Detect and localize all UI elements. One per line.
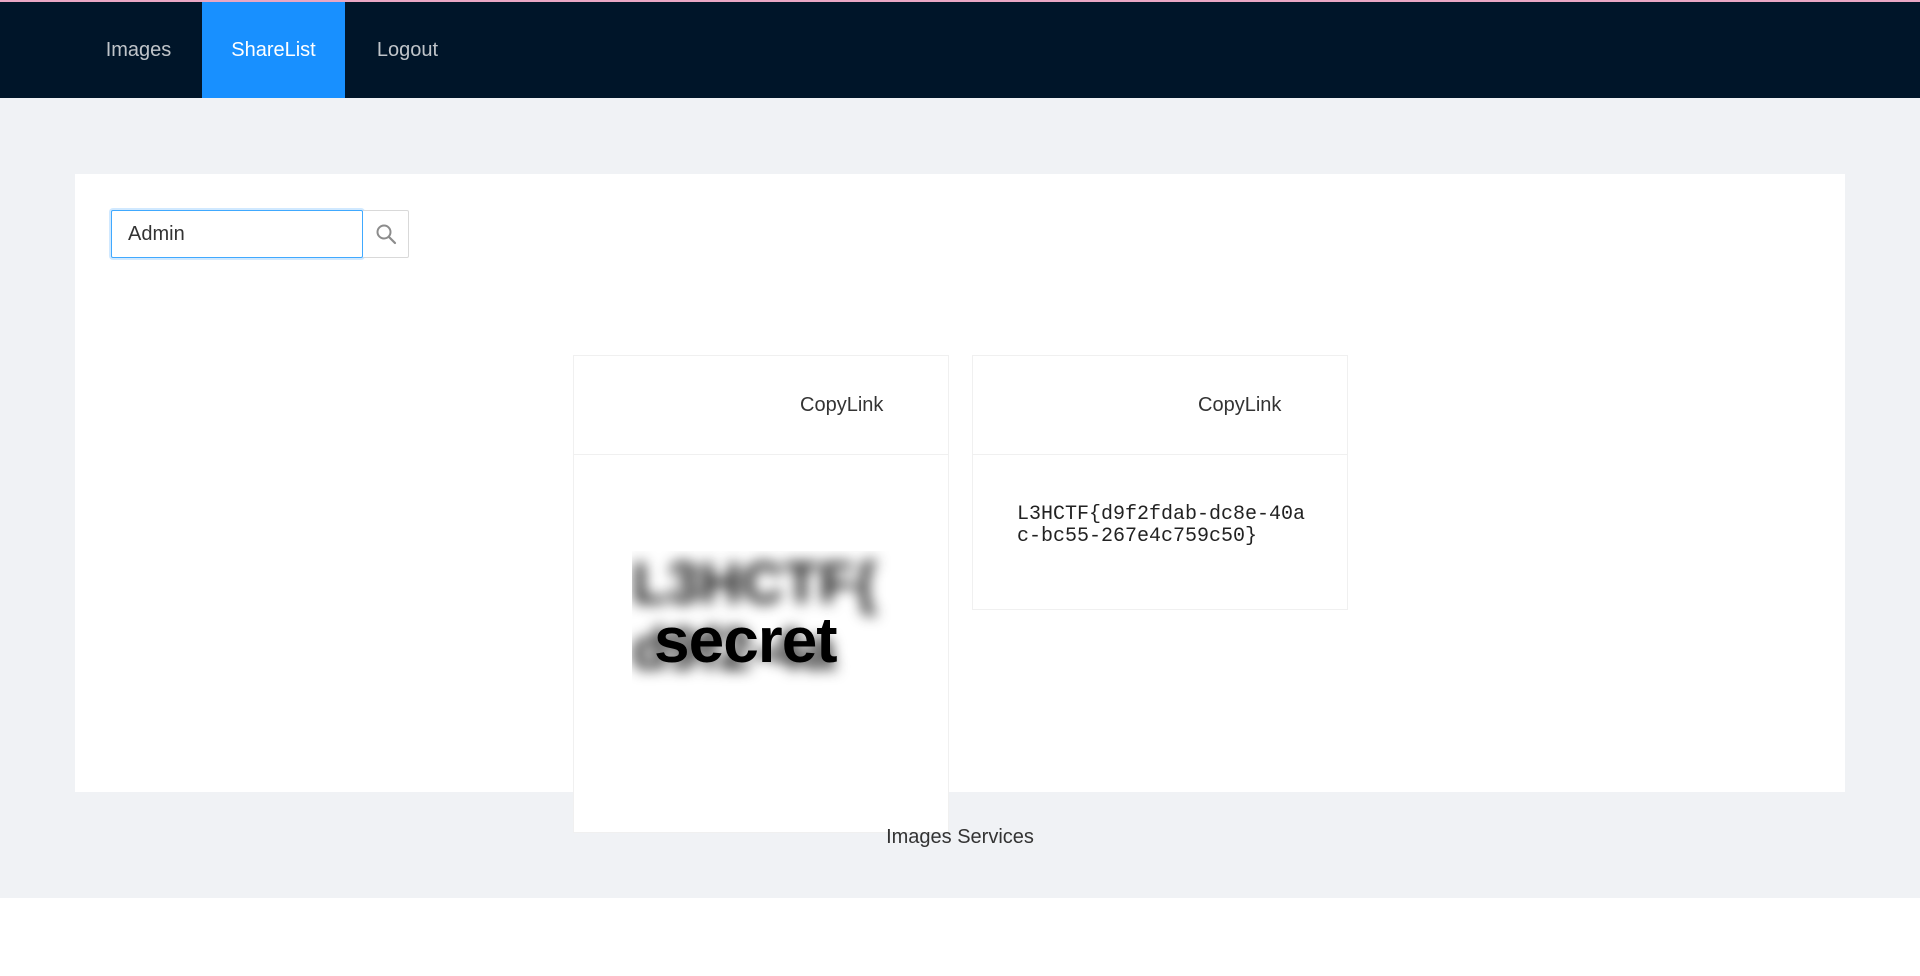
footer-text: Images Services	[886, 826, 1034, 848]
card-header: CopyLink	[973, 356, 1347, 455]
top-nav-bar: Images ShareList Logout	[0, 2, 1920, 98]
page-layout: CopyLink L3HCTF{ d9f2-4a secret CopyLink…	[0, 98, 1920, 898]
copy-link-button[interactable]: CopyLink	[800, 356, 883, 454]
share-card-text: CopyLink L3HCTF{d9f2fdab-dc8e-40ac-bc55-…	[972, 355, 1348, 610]
nav-item-sharelist[interactable]: ShareList	[202, 2, 345, 98]
copy-link-button[interactable]: CopyLink	[1198, 356, 1281, 454]
nav-item-images[interactable]: Images	[77, 2, 200, 98]
search-input[interactable]	[111, 210, 363, 258]
search-icon	[376, 224, 396, 245]
share-list-panel: CopyLink L3HCTF{ d9f2-4a secret CopyLink…	[75, 174, 1845, 833]
secret-image: L3HCTF{ d9f2-4a secret	[632, 551, 908, 751]
secret-image-label: secret	[654, 604, 838, 676]
search-button[interactable]	[363, 210, 409, 258]
nav-item-logout[interactable]: Logout	[345, 2, 470, 98]
share-card-image: CopyLink L3HCTF{ d9f2-4a secret	[573, 355, 949, 833]
shared-text-content: L3HCTF{d9f2fdab-dc8e-40ac-bc55-267e4c759…	[1017, 503, 1306, 548]
card-header: CopyLink	[574, 356, 948, 455]
